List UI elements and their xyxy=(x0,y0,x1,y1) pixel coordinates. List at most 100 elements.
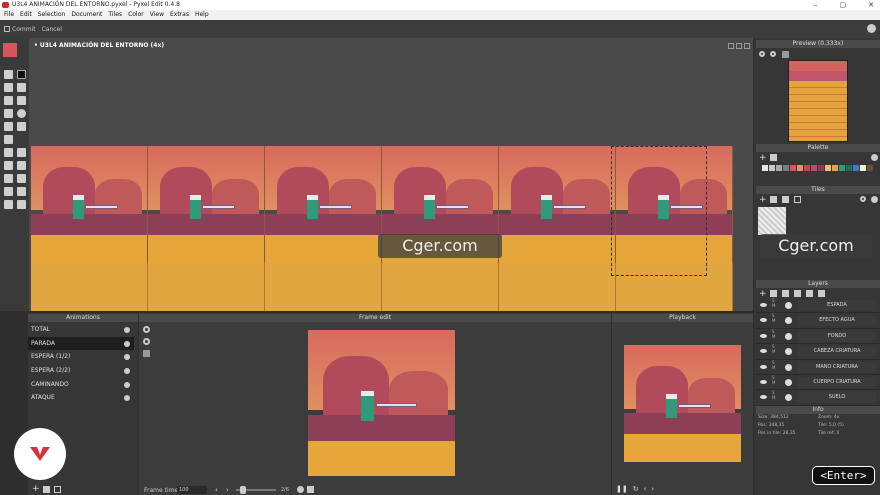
layer-row[interactable]: S M SUELO xyxy=(756,390,880,406)
visibility-eye-icon[interactable] xyxy=(760,333,767,338)
menu-extras[interactable]: Extras xyxy=(170,10,189,20)
tile-row-cell[interactable] xyxy=(148,263,265,311)
eyedropper-icon[interactable] xyxy=(17,122,26,131)
layer-settings-gear-icon[interactable] xyxy=(785,363,792,371)
menu-file[interactable]: File xyxy=(4,10,14,20)
pause-icon[interactable]: ❚❚ xyxy=(616,485,628,494)
solo-mute-toggle[interactable]: SM xyxy=(772,329,775,339)
playback-next-icon[interactable]: › xyxy=(651,485,654,494)
pencil-icon[interactable] xyxy=(4,96,13,105)
add-animation-icon[interactable]: + xyxy=(32,485,40,494)
animation-frame[interactable] xyxy=(499,146,616,263)
tile-pick-icon[interactable] xyxy=(17,161,26,170)
preview-grid-icon[interactable] xyxy=(782,51,789,58)
palette-swatch[interactable] xyxy=(860,165,866,171)
tile-thumbnail[interactable] xyxy=(758,207,786,235)
reset-colors-icon[interactable] xyxy=(17,70,26,79)
palette-settings-gear-icon[interactable] xyxy=(871,154,878,161)
tile-row-cell[interactable] xyxy=(31,263,148,311)
frame-zoom-out-icon[interactable] xyxy=(143,338,150,345)
animation-item[interactable]: CAMINANDO xyxy=(28,378,134,392)
layer-settings-gear-icon[interactable] xyxy=(785,378,792,386)
layer-settings-gear-icon[interactable] xyxy=(785,317,792,325)
minimize-button[interactable]: – xyxy=(814,0,818,10)
primary-color-swatch[interactable] xyxy=(3,43,17,57)
solo-mute-toggle[interactable]: SM xyxy=(772,344,775,354)
cancel-button[interactable]: Cancel xyxy=(42,26,62,33)
palette-swatch[interactable] xyxy=(776,165,782,171)
visibility-eye-icon[interactable] xyxy=(760,349,767,354)
hand-tool-icon[interactable] xyxy=(4,174,13,183)
add-layer-icon[interactable]: + xyxy=(759,290,767,299)
visibility-eye-icon[interactable] xyxy=(760,318,767,323)
palette-swatch[interactable] xyxy=(811,165,817,171)
loop-icon[interactable]: ↻ xyxy=(633,485,639,494)
animation-settings-gear-icon[interactable] xyxy=(124,340,130,347)
tile-tool-icon[interactable] xyxy=(4,148,13,157)
layer-row[interactable]: S M FONDO xyxy=(756,329,880,345)
maximize-button[interactable]: ▢ xyxy=(840,0,847,10)
next-frame-button[interactable]: › xyxy=(226,486,229,494)
menu-tiles[interactable]: Tiles xyxy=(108,10,122,20)
visibility-eye-icon[interactable] xyxy=(760,395,767,400)
solo-mute-toggle[interactable]: SM xyxy=(772,390,775,400)
canvas-minimize-icon[interactable] xyxy=(728,43,734,49)
ellipse-tool-icon[interactable] xyxy=(17,109,26,118)
palette-swatch[interactable] xyxy=(783,165,789,171)
animation-item[interactable]: ESPERA (1/2) xyxy=(28,350,134,364)
menu-document[interactable]: Document xyxy=(71,10,102,20)
layer-settings-gear-icon[interactable] xyxy=(785,332,792,340)
visibility-eye-icon[interactable] xyxy=(760,364,767,369)
layer-up-icon[interactable] xyxy=(806,290,813,297)
settings-gear-icon[interactable] xyxy=(867,24,876,33)
frame-edit-canvas[interactable] xyxy=(308,330,455,476)
canvas-maximize-icon[interactable] xyxy=(736,43,742,49)
animation-item[interactable]: TOTAL xyxy=(28,323,134,337)
tile-frame-icon[interactable] xyxy=(794,196,801,203)
frame-grid-icon[interactable] xyxy=(143,350,150,357)
solo-mute-toggle[interactable]: SM xyxy=(772,313,775,323)
layer-settings-gear-icon[interactable] xyxy=(785,302,792,309)
duplicate-layer-icon[interactable] xyxy=(782,290,789,297)
palette-swatch[interactable] xyxy=(846,165,852,171)
menu-color[interactable]: Color xyxy=(128,10,144,20)
solo-mute-toggle[interactable]: SM xyxy=(772,360,775,370)
animation-settings-gear-icon[interactable] xyxy=(124,354,130,361)
palette-swatch[interactable] xyxy=(839,165,845,171)
rotate-right-icon[interactable] xyxy=(17,200,26,209)
eraser-icon[interactable] xyxy=(17,96,26,105)
rotate-left-icon[interactable] xyxy=(4,200,13,209)
palette-swatches[interactable] xyxy=(762,165,878,181)
duplicate-frame-icon[interactable] xyxy=(307,486,314,493)
merge-layer-icon[interactable] xyxy=(794,290,801,297)
solo-mute-toggle[interactable]: SM xyxy=(772,298,775,308)
swap-colors-icon[interactable] xyxy=(4,70,13,79)
layer-row[interactable]: S M CABEZA CRIATURA xyxy=(756,344,880,360)
zoom-in-icon[interactable] xyxy=(759,51,765,57)
layer-down-icon[interactable] xyxy=(818,290,825,297)
delete-tile-icon[interactable] xyxy=(770,196,777,203)
solo-mute-toggle[interactable]: SM xyxy=(772,375,775,385)
prev-frame-button[interactable]: ‹ xyxy=(215,486,218,494)
duplicate-tile-icon[interactable] xyxy=(782,196,789,203)
delete-animation-icon[interactable] xyxy=(43,486,50,493)
visibility-eye-icon[interactable] xyxy=(760,379,767,384)
tile-row-cell[interactable] xyxy=(382,263,499,311)
animation-frame[interactable] xyxy=(265,146,382,263)
tile-row-cell[interactable] xyxy=(499,263,616,311)
zoom-out-icon[interactable] xyxy=(770,51,776,57)
frame-slider-handle[interactable] xyxy=(240,486,246,494)
animation-settings-gear-icon[interactable] xyxy=(124,327,130,333)
animation-settings-gear-icon[interactable] xyxy=(124,381,130,388)
palette-swatch[interactable] xyxy=(797,165,803,171)
palette-swatch[interactable] xyxy=(853,165,859,171)
delete-color-icon[interactable] xyxy=(770,154,777,161)
onion-skin-icon[interactable] xyxy=(297,486,304,493)
canvas-close-icon[interactable] xyxy=(744,43,750,49)
animation-settings-gear-icon[interactable] xyxy=(124,368,130,375)
layer-row[interactable]: S M ESPADA xyxy=(756,298,880,314)
flip-tool-icon[interactable] xyxy=(17,187,26,196)
tiles-settings-gear-icon[interactable] xyxy=(871,196,878,203)
animation-item[interactable]: ATAQUE xyxy=(28,391,134,405)
palette-swatch[interactable] xyxy=(825,165,831,171)
